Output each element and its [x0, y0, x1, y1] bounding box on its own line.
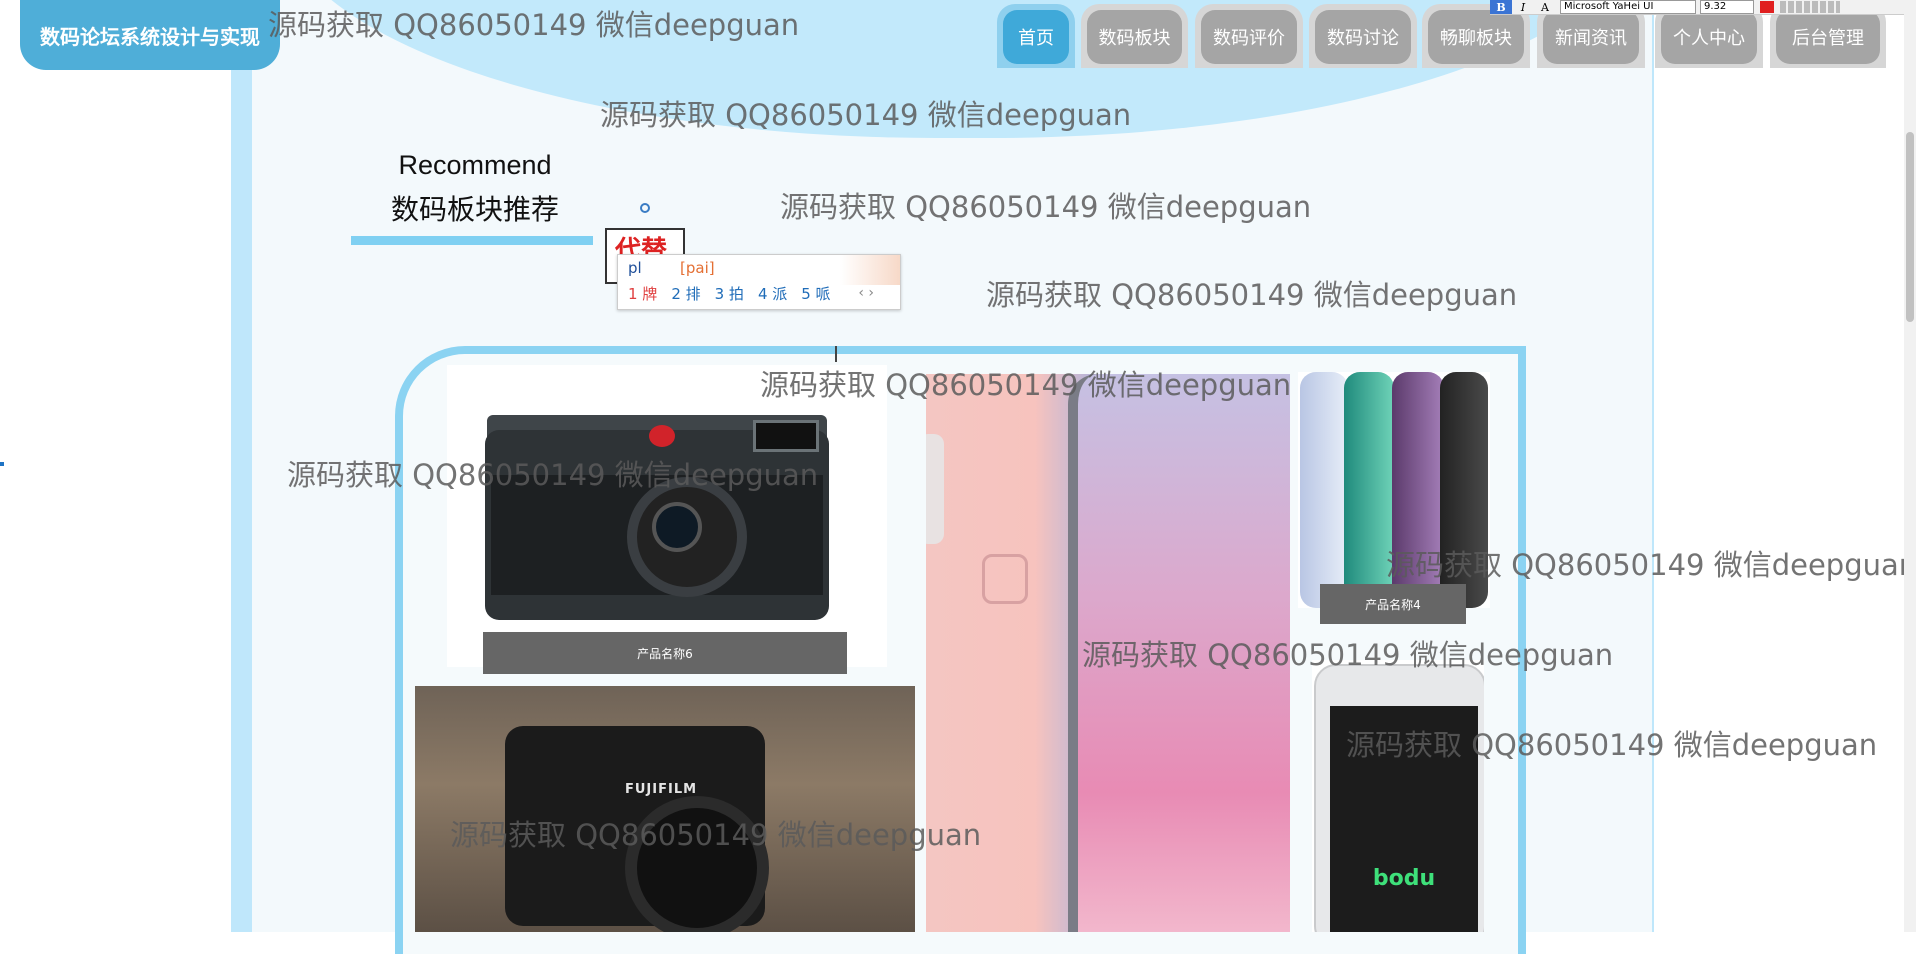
nav-label: 个人中心 — [1661, 10, 1757, 64]
nav-label: 首页 — [1003, 10, 1069, 64]
ime-candidate[interactable]: 3 拍 — [715, 283, 744, 304]
watermark: 源码获取 QQ86050149 微信deepguan — [287, 458, 819, 492]
ime-candidate[interactable]: 4 派 — [758, 283, 787, 304]
fujifilm-brand-label: FUJIFILM — [625, 782, 698, 797]
product-caption[interactable]: 产品名称4 — [1320, 584, 1466, 624]
left-marker — [0, 462, 4, 466]
watermark: 源码获取 QQ86050149 微信deepguan — [450, 818, 982, 852]
ime-pinyin: [pai] — [680, 259, 715, 277]
font-family-select[interactable]: Microsoft YaHei UI — [1560, 0, 1696, 14]
watermark: 源码获取 QQ86050149 微信deepguan — [780, 190, 1312, 224]
bold-button[interactable]: B — [1490, 0, 1512, 14]
nav-home[interactable]: 首页 — [997, 4, 1075, 68]
italic-button[interactable]: I — [1512, 0, 1534, 14]
ime-decoration — [840, 255, 900, 285]
watermark: 源码获取 QQ86050149 微信deepguan — [268, 8, 800, 42]
product-card-bodu[interactable]: bodu — [1312, 660, 1484, 932]
section-title-zh: 数码板块推荐 — [390, 193, 559, 226]
watermark: 源码获取 QQ86050149 微信deepguan — [1346, 728, 1878, 762]
product-card-fujifilm[interactable]: FUJIFILM — [415, 686, 915, 932]
fingerprint-sensor-icon — [982, 554, 1028, 604]
ime-candidate[interactable]: 1 牌 — [628, 283, 657, 304]
nav-label: 后台管理 — [1776, 10, 1880, 64]
ime-candidates: 1 牌 2 排 3 拍 4 派 5 哌 — [628, 283, 831, 304]
ime-page-arrows[interactable]: ‹ › — [858, 285, 874, 301]
nav-label: 数码讨论 — [1315, 10, 1411, 64]
camera-lens-glass — [652, 502, 702, 552]
section-underline — [351, 236, 593, 245]
phone-camera-module — [926, 434, 944, 544]
nav-label: 新闻资讯 — [1543, 10, 1639, 64]
bodu-logo: bodu — [1372, 866, 1436, 891]
nav-digital-discussion[interactable]: 数码讨论 — [1309, 4, 1417, 68]
phone-body: bodu — [1314, 664, 1484, 932]
font-size-select[interactable]: 9.32 — [1700, 0, 1754, 14]
editor-toolbar: B I A Microsoft YaHei UI 9.32 — [1490, 0, 1916, 15]
nav-label: 畅聊板块 — [1428, 10, 1524, 64]
product-card-leica[interactable] — [447, 365, 887, 667]
text-cursor-icon — [835, 346, 837, 362]
color-palette[interactable] — [1780, 1, 1840, 13]
nav-label: 数码评价 — [1201, 10, 1297, 64]
site-title[interactable]: 数码论坛系统设计与实现 — [20, 0, 280, 70]
watermark: 源码获取 QQ86050149 微信deepguan — [986, 278, 1518, 312]
nav-digital-section[interactable]: 数码板块 — [1081, 4, 1188, 68]
product-caption[interactable]: 产品名称6 — [483, 632, 847, 674]
vertical-scrollbar[interactable] — [1904, 0, 1916, 932]
phone-silver — [1300, 372, 1348, 608]
camera-viewfinder — [753, 420, 819, 452]
ime-input-text: pl — [628, 259, 642, 277]
scrollbar-thumb[interactable] — [1906, 132, 1914, 322]
section-title-en: Recommend — [398, 150, 552, 180]
leica-logo-icon — [649, 425, 675, 447]
watermark: 源码获取 QQ86050149 微信deepguan — [600, 98, 1132, 132]
watermark: 源码获取 QQ86050149 微信deepguan — [1386, 548, 1916, 582]
ime-candidate[interactable]: 2 排 — [671, 283, 700, 304]
ime-indicator-icon — [640, 203, 650, 213]
font-size-icon[interactable]: A — [1534, 0, 1556, 14]
ime-candidate[interactable]: 5 哌 — [801, 283, 830, 304]
text-color-swatch[interactable] — [1760, 1, 1774, 13]
nav-label: 数码板块 — [1087, 10, 1182, 64]
watermark: 源码获取 QQ86050149 微信deepguan — [1082, 638, 1614, 672]
nav-digital-review[interactable]: 数码评价 — [1195, 4, 1303, 68]
watermark: 源码获取 QQ86050149 微信deepguan — [760, 368, 1292, 402]
ime-candidate-panel[interactable]: pl [pai] 1 牌 2 排 3 拍 4 派 5 哌 ‹ › — [617, 254, 901, 310]
